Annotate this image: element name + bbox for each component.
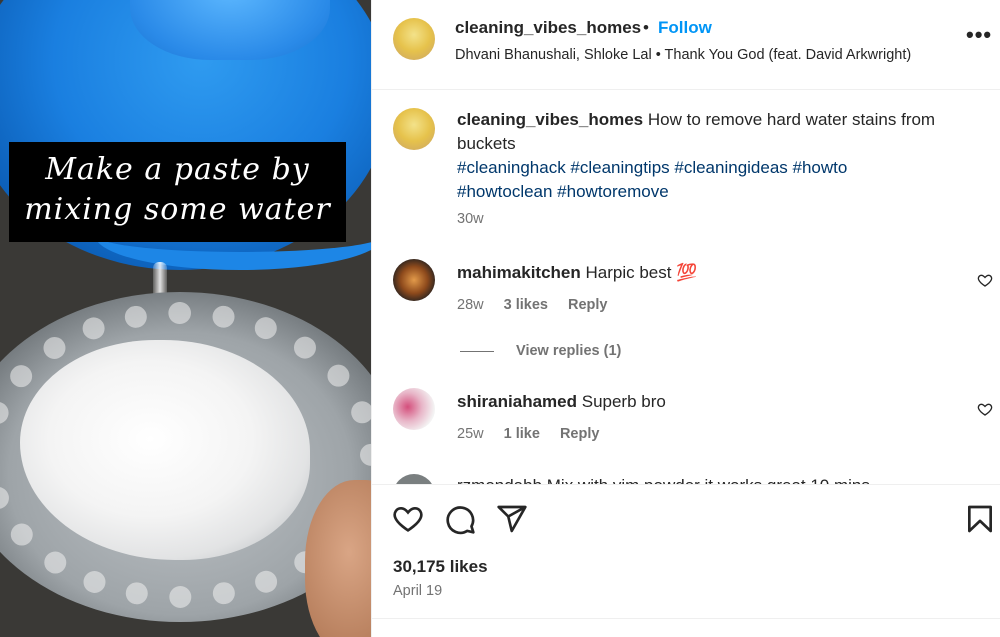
post-date: April 19: [393, 583, 443, 599]
hashtags-line-1[interactable]: #cleaninghack #cleaningtips #cleaningide…: [457, 158, 847, 177]
comment-item: mahimakitchen Harpic best 💯: [457, 261, 967, 285]
post-sidebar: cleaning_vibes_homes • Follow Dhvani Bha…: [371, 0, 1000, 637]
caption-author-avatar[interactable]: [393, 108, 435, 150]
commenter-avatar[interactable]: [393, 388, 435, 430]
comment-text: Harpic best 💯: [585, 263, 698, 282]
follow-button[interactable]: Follow: [658, 18, 712, 38]
video-caption-overlay: Make a paste by mixing some water: [9, 142, 346, 242]
like-heart-icon[interactable]: [392, 503, 424, 535]
comment-time: 25w: [457, 426, 484, 442]
bucket-interior: [130, 0, 330, 60]
post-caption: cleaning_vibes_homes How to remove hard …: [457, 108, 967, 204]
save-bookmark-icon[interactable]: [964, 503, 996, 535]
hashtags-line-2[interactable]: #howtoclean #howtoremove: [457, 182, 669, 201]
comment-like-heart-icon[interactable]: [977, 401, 993, 417]
author-avatar[interactable]: [393, 18, 435, 60]
likes-count[interactable]: 30,175 likes: [393, 557, 488, 577]
caption-line-2: mixing some water: [24, 192, 331, 227]
view-replies-label: View replies (1): [516, 343, 622, 359]
comment-item: shiraniahamed Superb bro: [457, 390, 967, 414]
comment-likes[interactable]: 3 likes: [504, 297, 548, 313]
partial-comment: rzmondabb Mix with vim powder it works g…: [457, 476, 870, 484]
caption-line-1: Make a paste by: [45, 152, 310, 187]
comment-time: 28w: [457, 297, 484, 313]
audio-track[interactable]: Dhvani Bhanushali, Shloke Lal • Thank Yo…: [455, 47, 911, 63]
caption-username[interactable]: cleaning_vibes_homes: [457, 110, 643, 129]
reply-button[interactable]: Reply: [568, 297, 608, 313]
comments-section[interactable]: cleaning_vibes_homes How to remove hard …: [372, 91, 1000, 484]
share-paper-plane-icon[interactable]: [496, 503, 528, 535]
separator-dot: •: [643, 18, 649, 37]
view-replies-button[interactable]: View replies (1): [460, 343, 621, 359]
commenter-avatar[interactable]: [393, 259, 435, 301]
replies-divider: [460, 350, 494, 352]
author-username[interactable]: cleaning_vibes_homes: [455, 18, 641, 38]
comment-username[interactable]: shiraniahamed: [457, 392, 577, 411]
comment-text: Superb bro: [581, 392, 666, 411]
post-header: cleaning_vibes_homes • Follow Dhvani Bha…: [372, 0, 1000, 90]
caption-time: 30w: [457, 211, 484, 227]
comment-meta: 25w 1 like Reply: [457, 426, 599, 442]
comment-like-heart-icon[interactable]: [977, 272, 993, 288]
commenter-avatar[interactable]: [393, 474, 435, 484]
comment-meta: 28w 3 likes Reply: [457, 297, 608, 313]
comment-username[interactable]: mahimakitchen: [457, 263, 581, 282]
post-media[interactable]: Make a paste by mixing some water: [0, 0, 371, 637]
comment-bubble-icon[interactable]: [444, 503, 476, 535]
comment-likes[interactable]: 1 like: [504, 426, 540, 442]
post-actions: 30,175 likes April 19: [372, 484, 1000, 637]
reply-button[interactable]: Reply: [560, 426, 600, 442]
more-options-icon[interactable]: •••: [966, 22, 992, 48]
divider: [372, 618, 1000, 619]
